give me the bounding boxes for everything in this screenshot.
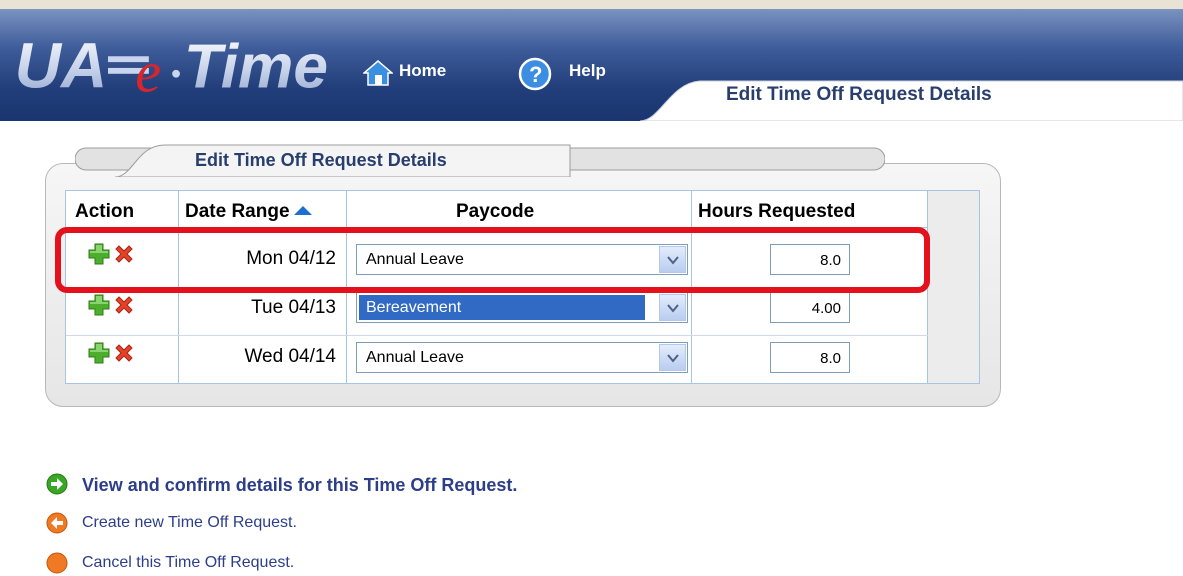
delete-row-icon[interactable] <box>113 342 135 364</box>
add-row-icon[interactable] <box>88 342 110 364</box>
home-icon <box>363 60 393 86</box>
cancel-request-label: Cancel this Time Off Request. <box>82 554 295 571</box>
paycode-select[interactable]: Bereavement <box>356 292 688 323</box>
page-title: Edit Time Off Request Details <box>726 84 992 105</box>
request-table: Action Date Range Paycode Hours Requeste… <box>65 190 980 384</box>
delete-row-icon[interactable] <box>113 243 135 265</box>
header-hours-requested: Hours Requested <box>698 201 856 222</box>
row-date: Mon 04/12 <box>246 248 336 269</box>
paycode-value: Bereavement <box>366 299 462 316</box>
top-strip <box>0 0 1183 9</box>
chevron-down-icon[interactable] <box>659 344 686 371</box>
paycode-select[interactable]: Annual Leave <box>356 342 688 373</box>
hours-input[interactable]: 8.0 <box>770 244 850 275</box>
header-paycode: Paycode <box>456 201 535 222</box>
add-row-icon[interactable] <box>88 294 110 316</box>
app-header: UA e Time Home ? Help <box>0 9 1183 121</box>
svg-text:UA: UA <box>15 31 108 101</box>
header-divider <box>66 227 928 228</box>
home-label: Home <box>399 61 447 80</box>
svg-text:Time: Time <box>184 32 328 101</box>
paycode-value: Annual Leave <box>366 251 464 268</box>
chevron-down-icon[interactable] <box>659 246 686 273</box>
header-date-range-label: Date Range <box>185 201 290 222</box>
delete-row-icon[interactable] <box>113 294 135 316</box>
header-date-range[interactable]: Date Range <box>185 201 312 223</box>
help-label: Help <box>569 61 606 80</box>
hours-input[interactable]: 8.0 <box>770 342 850 373</box>
view-confirm-label: View and confirm details for this Time O… <box>82 475 518 495</box>
ua-etime-logo: UA e Time <box>15 31 328 101</box>
panel-title: Edit Time Off Request Details <box>195 150 447 170</box>
row-divider <box>66 287 928 288</box>
help-icon: ? <box>518 57 552 91</box>
svg-text:e: e <box>135 39 161 101</box>
row-divider <box>66 335 928 336</box>
svg-text:?: ? <box>529 62 542 87</box>
sort-ascending-icon <box>293 206 312 215</box>
hours-input[interactable]: 4.00 <box>770 292 850 323</box>
chevron-down-icon[interactable] <box>659 294 686 321</box>
row-date: Tue 04/13 <box>251 297 336 318</box>
row-date: Wed 04/14 <box>244 346 336 367</box>
create-new-request-label: Create new Time Off Request. <box>82 514 297 531</box>
add-row-icon[interactable] <box>88 243 110 265</box>
green-arrow-right-icon <box>46 473 68 495</box>
paycode-select[interactable]: Annual Leave <box>356 244 688 275</box>
paycode-value: Annual Leave <box>366 349 464 366</box>
header-action: Action <box>75 201 135 222</box>
orange-arrow-left-icon <box>46 512 68 534</box>
orange-circle-icon <box>46 552 68 574</box>
